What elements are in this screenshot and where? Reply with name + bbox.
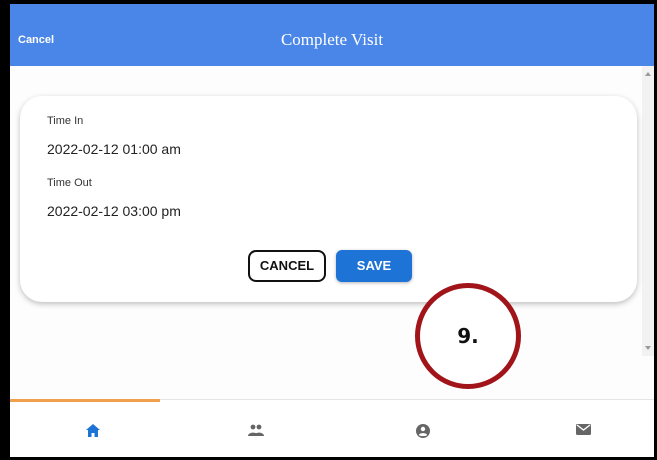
time-in-label: Time In: [47, 115, 84, 127]
header-bar: Cancel Complete Visit: [10, 4, 654, 66]
account-icon: [416, 424, 430, 438]
bottom-tab-bar: [10, 399, 654, 457]
content-area: Time In 2022-02-12 01:00 am Time Out 202…: [10, 66, 654, 402]
save-button[interactable]: SAVE: [336, 250, 412, 282]
cancel-button[interactable]: CANCEL: [248, 250, 326, 282]
time-out-label: Time Out: [47, 177, 92, 189]
time-out-value[interactable]: 2022-02-12 03:00 pm: [47, 203, 181, 219]
scroll-up-icon[interactable]: [645, 72, 651, 76]
page-title: Complete Visit: [280, 30, 384, 49]
app-frame: Cancel Complete Visit Time In 2022-02-12…: [0, 0, 657, 460]
tab-home[interactable]: [10, 400, 170, 457]
people-icon: [248, 424, 264, 436]
home-icon: [86, 424, 100, 437]
tab-people[interactable]: [170, 400, 330, 457]
tab-mail[interactable]: [490, 400, 650, 457]
scrollbar[interactable]: [642, 66, 654, 356]
mail-icon: [576, 424, 591, 435]
visit-card: Time In 2022-02-12 01:00 am Time Out 202…: [20, 96, 637, 302]
time-in-value[interactable]: 2022-02-12 01:00 am: [47, 141, 181, 157]
scroll-down-icon[interactable]: [645, 346, 651, 350]
tab-account[interactable]: [330, 400, 490, 457]
step-annotation: 9.: [415, 283, 521, 389]
